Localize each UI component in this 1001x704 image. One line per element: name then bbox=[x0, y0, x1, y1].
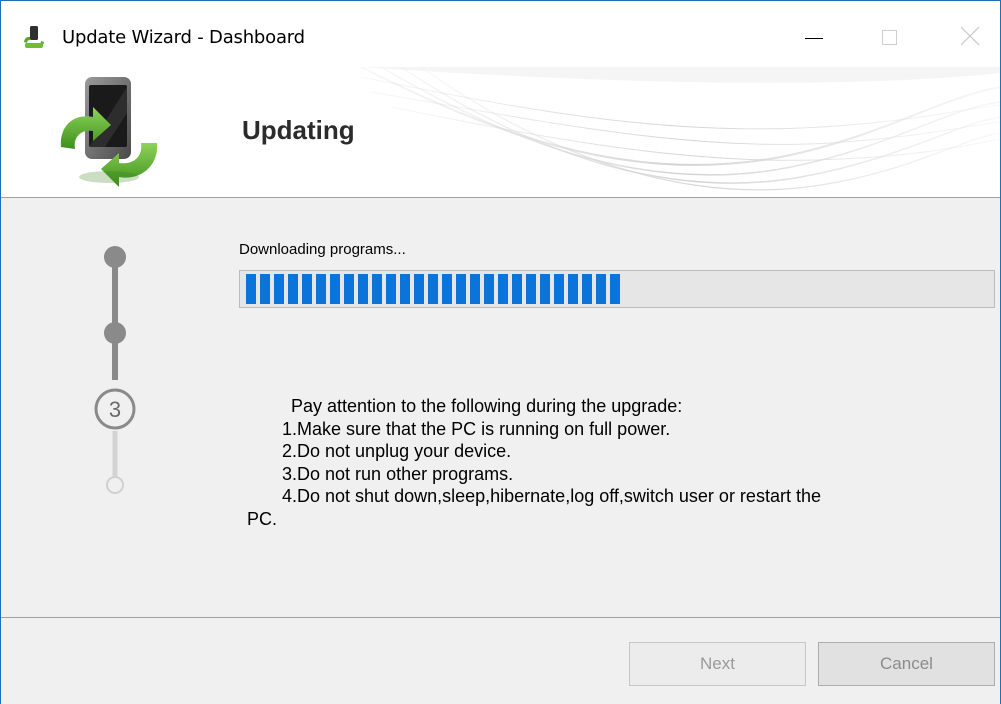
step-1-dot bbox=[104, 246, 126, 268]
progress-segment bbox=[540, 274, 550, 304]
notes-item-1: 1.Make sure that the PC is running on fu… bbox=[282, 418, 671, 439]
title-bar[interactable]: Update Wizard - Dashboard bbox=[1, 1, 1000, 67]
progress-segment bbox=[302, 274, 312, 304]
progress-segment bbox=[526, 274, 536, 304]
step-2-dot bbox=[104, 322, 126, 344]
notes-intro: Pay attention to the following during th… bbox=[291, 396, 683, 416]
progress-segment bbox=[568, 274, 578, 304]
decorative-waves bbox=[361, 67, 1000, 191]
footer-divider bbox=[1, 617, 1000, 618]
next-button[interactable]: Next bbox=[629, 642, 806, 686]
notes-item-2: 2.Do not unplug your device. bbox=[282, 441, 512, 461]
page-title: Updating bbox=[242, 115, 355, 145]
progress-segment bbox=[414, 274, 424, 304]
close-icon bbox=[960, 26, 980, 46]
progress-segment bbox=[400, 274, 410, 304]
minimize-button[interactable] bbox=[789, 17, 835, 57]
notes-item-4: 4.Do not shut down,sleep,hibernate,log o… bbox=[282, 486, 821, 506]
progress-segment bbox=[512, 274, 522, 304]
download-progress-bar bbox=[239, 270, 995, 308]
header-banner: Updating bbox=[1, 67, 1000, 198]
window-title: Update Wizard - Dashboard bbox=[62, 27, 305, 48]
progress-segment bbox=[484, 274, 494, 304]
progress-segment bbox=[442, 274, 452, 304]
progress-segment bbox=[610, 274, 620, 304]
progress-segment bbox=[582, 274, 592, 304]
step-4-dot bbox=[106, 476, 124, 494]
progress-segment bbox=[428, 274, 438, 304]
progress-segment bbox=[344, 274, 354, 304]
cancel-button[interactable]: Cancel bbox=[818, 642, 995, 686]
progress-segment bbox=[358, 274, 368, 304]
progress-segment bbox=[596, 274, 606, 304]
progress-segment bbox=[470, 274, 480, 304]
maximize-button[interactable] bbox=[867, 17, 913, 57]
progress-segment bbox=[288, 274, 298, 304]
device-update-logo bbox=[60, 77, 158, 187]
progress-segment bbox=[386, 274, 396, 304]
progress-segment bbox=[260, 274, 270, 304]
progress-segment bbox=[316, 274, 326, 304]
update-wizard-window: Update Wizard - Dashboard Updating 3 Dow… bbox=[0, 0, 1001, 704]
notes-tail: PC. bbox=[247, 508, 278, 529]
progress-segment bbox=[274, 274, 284, 304]
maximize-icon bbox=[882, 30, 897, 45]
progress-segment bbox=[246, 274, 256, 304]
progress-segment bbox=[554, 274, 564, 304]
upgrade-notes: Pay attention to the following during th… bbox=[247, 395, 987, 530]
notes-item-3: 3.Do not run other programs. bbox=[282, 463, 514, 484]
app-phone-icon bbox=[24, 26, 44, 48]
minimize-icon bbox=[805, 38, 823, 39]
step-indicator: 3 bbox=[94, 246, 136, 494]
progress-bar-fill bbox=[243, 274, 632, 304]
progress-segment bbox=[456, 274, 466, 304]
progress-segment bbox=[330, 274, 340, 304]
progress-segment bbox=[498, 274, 508, 304]
step-3-label: 3 bbox=[109, 397, 121, 422]
progress-status-text: Downloading programs... bbox=[239, 241, 406, 258]
progress-segment bbox=[372, 274, 382, 304]
close-button[interactable] bbox=[947, 17, 993, 57]
